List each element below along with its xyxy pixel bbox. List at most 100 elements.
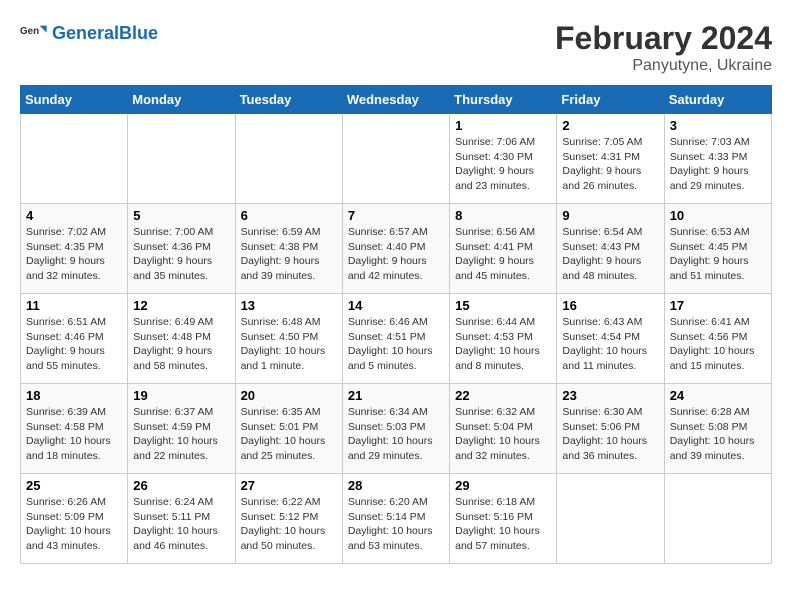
calendar-cell: 19 Sunrise: 6:37 AM Sunset: 4:59 PM Dayli… xyxy=(128,384,235,474)
calendar-cell: 22 Sunrise: 6:32 AM Sunset: 5:04 PM Dayli… xyxy=(450,384,557,474)
calendar-cell: 24 Sunrise: 6:28 AM Sunset: 5:08 PM Dayli… xyxy=(664,384,771,474)
day-info: Sunrise: 6:51 AM Sunset: 4:46 PM Dayligh… xyxy=(26,315,122,374)
calendar-cell: 2 Sunrise: 7:05 AM Sunset: 4:31 PM Daylig… xyxy=(557,114,664,204)
calendar-cell: 20 Sunrise: 6:35 AM Sunset: 5:01 PM Dayli… xyxy=(235,384,342,474)
day-info: Sunrise: 6:26 AM Sunset: 5:09 PM Dayligh… xyxy=(26,495,122,554)
logo-general: General xyxy=(52,23,119,43)
calendar-cell: 12 Sunrise: 6:49 AM Sunset: 4:48 PM Dayli… xyxy=(128,294,235,384)
day-number: 20 xyxy=(241,388,337,403)
day-number: 23 xyxy=(562,388,658,403)
calendar-cell: 23 Sunrise: 6:30 AM Sunset: 5:06 PM Dayli… xyxy=(557,384,664,474)
header-day-tuesday: Tuesday xyxy=(235,86,342,114)
calendar-cell xyxy=(557,474,664,564)
calendar-cell: 27Sunrise: 6:22 AM Sunset: 5:12 PM Dayli… xyxy=(235,474,342,564)
day-info: Sunrise: 6:56 AM Sunset: 4:41 PM Dayligh… xyxy=(455,225,551,284)
day-number: 14 xyxy=(348,298,444,313)
calendar-cell xyxy=(342,114,449,204)
day-info: Sunrise: 7:05 AM Sunset: 4:31 PM Dayligh… xyxy=(562,135,658,194)
header-day-wednesday: Wednesday xyxy=(342,86,449,114)
day-number: 11 xyxy=(26,298,122,313)
day-number: 13 xyxy=(241,298,337,313)
calendar-cell: 5 Sunrise: 7:00 AM Sunset: 4:36 PM Daylig… xyxy=(128,204,235,294)
day-info: Sunrise: 6:39 AM Sunset: 4:58 PM Dayligh… xyxy=(26,405,122,464)
calendar-cell: 1 Sunrise: 7:06 AM Sunset: 4:30 PM Daylig… xyxy=(450,114,557,204)
day-info: Sunrise: 7:03 AM Sunset: 4:33 PM Dayligh… xyxy=(670,135,766,194)
calendar-week-row: 25Sunrise: 6:26 AM Sunset: 5:09 PM Dayli… xyxy=(21,474,772,564)
day-number: 4 xyxy=(26,208,122,223)
day-number: 9 xyxy=(562,208,658,223)
day-info: Sunrise: 6:35 AM Sunset: 5:01 PM Dayligh… xyxy=(241,405,337,464)
calendar-cell: 21 Sunrise: 6:34 AM Sunset: 5:03 PM Dayli… xyxy=(342,384,449,474)
day-info: Sunrise: 6:57 AM Sunset: 4:40 PM Dayligh… xyxy=(348,225,444,284)
day-number: 2 xyxy=(562,118,658,133)
calendar-cell: 3 Sunrise: 7:03 AM Sunset: 4:33 PM Daylig… xyxy=(664,114,771,204)
calendar-cell: 9 Sunrise: 6:54 AM Sunset: 4:43 PM Daylig… xyxy=(557,204,664,294)
calendar-week-row: 1 Sunrise: 7:06 AM Sunset: 4:30 PM Daylig… xyxy=(21,114,772,204)
day-info: Sunrise: 6:43 AM Sunset: 4:54 PM Dayligh… xyxy=(562,315,658,374)
calendar-cell: 4Sunrise: 7:02 AM Sunset: 4:35 PM Daylig… xyxy=(21,204,128,294)
calendar-cell: 13 Sunrise: 6:48 AM Sunset: 4:50 PM Dayli… xyxy=(235,294,342,384)
day-info: Sunrise: 6:48 AM Sunset: 4:50 PM Dayligh… xyxy=(241,315,337,374)
calendar-cell: 25Sunrise: 6:26 AM Sunset: 5:09 PM Dayli… xyxy=(21,474,128,564)
day-number: 8 xyxy=(455,208,551,223)
logo-icon: Gen xyxy=(20,20,48,48)
day-info: Sunrise: 6:30 AM Sunset: 5:06 PM Dayligh… xyxy=(562,405,658,464)
svg-text:Gen: Gen xyxy=(20,26,39,37)
page-header: Gen GeneralBlue February 2024 Panyutyne,… xyxy=(20,20,772,75)
calendar-cell: 11 Sunrise: 6:51 AM Sunset: 4:46 PM Dayli… xyxy=(21,294,128,384)
day-number: 3 xyxy=(670,118,766,133)
header-day-sunday: Sunday xyxy=(21,86,128,114)
day-number: 17 xyxy=(670,298,766,313)
day-info: Sunrise: 6:54 AM Sunset: 4:43 PM Dayligh… xyxy=(562,225,658,284)
day-info: Sunrise: 6:49 AM Sunset: 4:48 PM Dayligh… xyxy=(133,315,229,374)
calendar-week-row: 18 Sunrise: 6:39 AM Sunset: 4:58 PM Dayli… xyxy=(21,384,772,474)
day-number: 7 xyxy=(348,208,444,223)
day-info: Sunrise: 7:00 AM Sunset: 4:36 PM Dayligh… xyxy=(133,225,229,284)
header-day-friday: Friday xyxy=(557,86,664,114)
header-day-saturday: Saturday xyxy=(664,86,771,114)
day-number: 12 xyxy=(133,298,229,313)
day-info: Sunrise: 6:46 AM Sunset: 4:51 PM Dayligh… xyxy=(348,315,444,374)
day-number: 16 xyxy=(562,298,658,313)
calendar-cell xyxy=(664,474,771,564)
day-info: Sunrise: 7:06 AM Sunset: 4:30 PM Dayligh… xyxy=(455,135,551,194)
location-subtitle: Panyutyne, Ukraine xyxy=(555,57,772,75)
calendar-cell: 26Sunrise: 6:24 AM Sunset: 5:11 PM Dayli… xyxy=(128,474,235,564)
day-number: 22 xyxy=(455,388,551,403)
calendar-cell: 6 Sunrise: 6:59 AM Sunset: 4:38 PM Daylig… xyxy=(235,204,342,294)
logo-blue: Blue xyxy=(119,23,158,43)
day-info: Sunrise: 6:34 AM Sunset: 5:03 PM Dayligh… xyxy=(348,405,444,464)
day-number: 15 xyxy=(455,298,551,313)
calendar-cell xyxy=(128,114,235,204)
day-number: 1 xyxy=(455,118,551,133)
calendar-cell xyxy=(21,114,128,204)
day-number: 26 xyxy=(133,478,229,493)
header-day-thursday: Thursday xyxy=(450,86,557,114)
day-number: 21 xyxy=(348,388,444,403)
calendar-cell: 7 Sunrise: 6:57 AM Sunset: 4:40 PM Daylig… xyxy=(342,204,449,294)
day-info: Sunrise: 6:28 AM Sunset: 5:08 PM Dayligh… xyxy=(670,405,766,464)
day-number: 19 xyxy=(133,388,229,403)
calendar-cell: 28 Sunrise: 6:20 AM Sunset: 5:14 PM Dayli… xyxy=(342,474,449,564)
day-number: 18 xyxy=(26,388,122,403)
calendar-cell: 15Sunrise: 6:44 AM Sunset: 4:53 PM Dayli… xyxy=(450,294,557,384)
calendar-cell: 10 Sunrise: 6:53 AM Sunset: 4:45 PM Dayli… xyxy=(664,204,771,294)
day-number: 6 xyxy=(241,208,337,223)
day-number: 24 xyxy=(670,388,766,403)
calendar-cell xyxy=(235,114,342,204)
day-info: Sunrise: 6:53 AM Sunset: 4:45 PM Dayligh… xyxy=(670,225,766,284)
day-info: Sunrise: 6:32 AM Sunset: 5:04 PM Dayligh… xyxy=(455,405,551,464)
day-info: Sunrise: 6:59 AM Sunset: 4:38 PM Dayligh… xyxy=(241,225,337,284)
day-info: Sunrise: 6:37 AM Sunset: 4:59 PM Dayligh… xyxy=(133,405,229,464)
day-info: Sunrise: 6:20 AM Sunset: 5:14 PM Dayligh… xyxy=(348,495,444,554)
calendar-week-row: 11 Sunrise: 6:51 AM Sunset: 4:46 PM Dayli… xyxy=(21,294,772,384)
calendar-cell: 18 Sunrise: 6:39 AM Sunset: 4:58 PM Dayli… xyxy=(21,384,128,474)
day-number: 5 xyxy=(133,208,229,223)
logo-text: GeneralBlue xyxy=(52,24,158,44)
day-number: 10 xyxy=(670,208,766,223)
calendar-table: SundayMondayTuesdayWednesdayThursdayFrid… xyxy=(20,85,772,564)
calendar-week-row: 4Sunrise: 7:02 AM Sunset: 4:35 PM Daylig… xyxy=(21,204,772,294)
calendar-cell: 8 Sunrise: 6:56 AM Sunset: 4:41 PM Daylig… xyxy=(450,204,557,294)
day-number: 28 xyxy=(348,478,444,493)
day-info: Sunrise: 6:22 AM Sunset: 5:12 PM Dayligh… xyxy=(241,495,337,554)
